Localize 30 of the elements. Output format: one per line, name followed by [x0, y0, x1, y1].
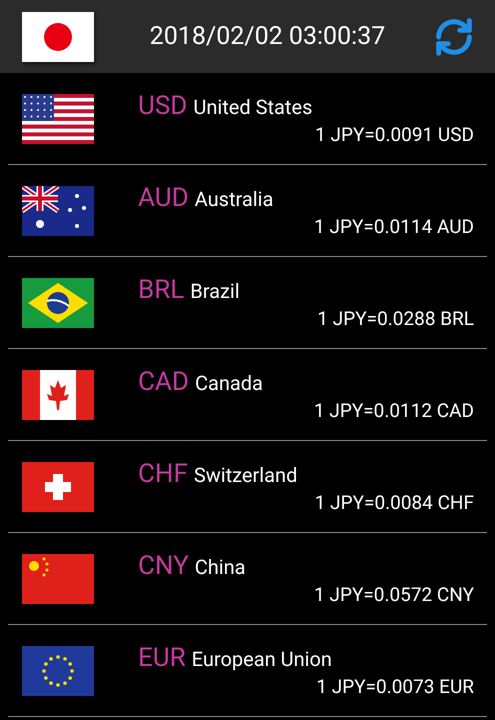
currency-code: USD	[138, 91, 188, 121]
flag-icon	[22, 554, 94, 604]
country-name: Brazil	[190, 278, 240, 305]
exchange-rate: 1 JPY=0.0114 AUD	[314, 214, 474, 240]
currency-code: EUR	[138, 643, 186, 673]
flag-icon	[22, 646, 94, 696]
exchange-rate: 1 JPY=0.0084 CHF	[314, 490, 474, 516]
country-name: United States	[193, 94, 312, 121]
exchange-rate: 1 JPY=0.0112 CAD	[314, 398, 474, 424]
country-name: Canada	[194, 370, 263, 397]
flag-icon	[22, 462, 94, 512]
country-name: China	[194, 554, 246, 581]
country-name: Australia	[194, 186, 274, 213]
currency-code: CHF	[138, 459, 188, 489]
flag-icon	[22, 12, 94, 62]
flag-icon	[22, 278, 94, 328]
currency-code: CAD	[138, 367, 189, 397]
flag-icon	[22, 94, 94, 144]
flag-icon	[22, 370, 94, 420]
currency-code: CNY	[138, 551, 189, 581]
country-name: Switzerland	[194, 462, 298, 489]
exchange-rate: 1 JPY=0.0073 EUR	[316, 674, 474, 700]
currency-code: AUD	[138, 183, 189, 213]
country-name: European Union	[192, 646, 332, 673]
currency-code: BRL	[138, 275, 184, 305]
date-time: 2018/02/02 03:00:37	[148, 20, 386, 53]
exchange-rate: 1 JPY=0.0572 CNY	[314, 582, 474, 608]
flag-icon	[22, 186, 94, 236]
exchange-rate: 1 JPY=0.0288 BRL	[317, 306, 474, 332]
exchange-rate: 1 JPY=0.0091 USD	[315, 122, 474, 148]
